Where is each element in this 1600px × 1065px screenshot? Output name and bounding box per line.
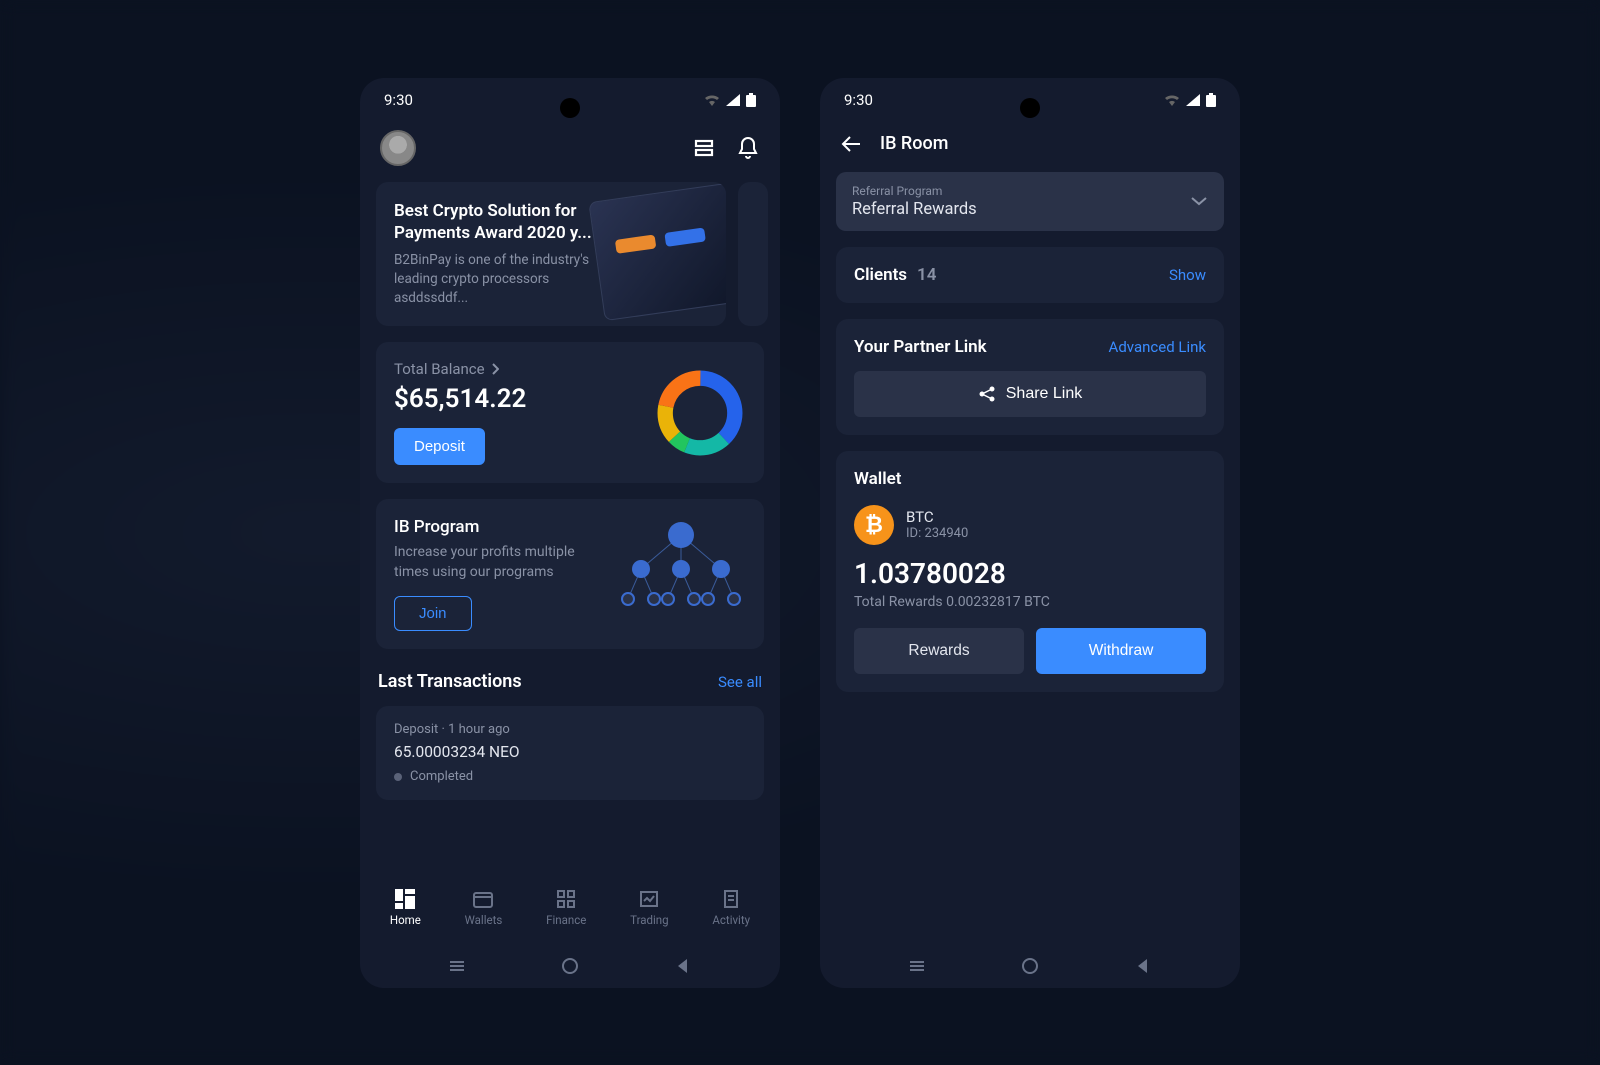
ib-title: IB Program [394,517,616,537]
balance-label-row[interactable]: Total Balance [394,360,526,378]
chart-icon [639,889,659,909]
balance-label: Total Balance [394,360,485,378]
tx-meta: Deposit · 1 hour ago [394,722,746,737]
partner-title: Your Partner Link [854,337,987,357]
chevron-right-icon [491,363,499,375]
wallet-card: Wallet ₿ BTC ID: 234940 1.03780028 Total… [836,451,1224,692]
phone-home: 9:30 Best Crypto Solution for Payments A… [360,78,780,988]
signal-icon [1186,94,1200,106]
nav-label: Finance [546,913,586,927]
dropdown-value: Referral Rewards [852,200,977,219]
clients-label: Clients [854,265,907,285]
rewards-button[interactable]: Rewards [854,628,1024,674]
share-label: Share Link [1006,385,1083,403]
battery-icon [1206,93,1216,107]
chevron-down-icon [1190,196,1208,206]
news-card[interactable]: Best Crypto Solution for Payments Award … [376,182,726,327]
referral-dropdown[interactable]: Referral Program Referral Rewards [836,172,1224,231]
wallet-icon [473,889,493,909]
nav-home[interactable]: Home [390,889,421,927]
signal-icon [726,94,740,106]
tx-status: Completed [394,769,746,784]
bell-icon[interactable] [736,136,760,160]
tx-amount: 65.00003234 NEO [394,743,746,761]
balance-donut-chart [654,367,746,459]
dropdown-label: Referral Program [852,184,977,198]
coin-id: ID: 234940 [906,526,968,541]
phone-ib-room: 9:30 IB Room Referral Program Referral R… [820,78,1240,988]
sys-home-icon[interactable] [560,956,580,976]
transactions-title: Last Transactions [378,671,522,692]
withdraw-button[interactable]: Withdraw [1036,628,1206,674]
balance-amount: $65,514.22 [394,384,526,414]
sys-back-icon[interactable] [673,956,693,976]
home-icon [395,889,415,909]
nav-activity[interactable]: Activity [712,889,750,927]
news-card-peek[interactable] [738,182,768,327]
ib-desc: Increase your profits multiple times usi… [394,543,594,582]
balance-card: Total Balance $65,514.22 Deposit [376,342,764,483]
nav-label: Activity [712,913,750,927]
nav-label: Wallets [465,913,503,927]
page-title: IB Room [880,133,948,154]
clients-count: 14 [917,265,936,285]
system-nav [820,944,1240,988]
share-icon [978,385,996,403]
deposit-button[interactable]: Deposit [394,428,485,465]
btc-icon: ₿ [854,505,894,545]
sys-recent-icon[interactable] [907,956,927,976]
transaction-item[interactable]: Deposit · 1 hour ago 65.00003234 NEO Com… [376,706,764,800]
ib-program-card: IB Program Increase your profits multipl… [376,499,764,649]
status-time: 9:30 [844,91,873,109]
ib-header: IB Room [820,122,1240,172]
sys-back-icon[interactable] [1133,956,1153,976]
avatar[interactable] [380,130,416,166]
sys-recent-icon[interactable] [447,956,467,976]
join-button[interactable]: Join [394,596,472,631]
nav-label: Home [390,913,421,927]
battery-icon [746,93,756,107]
sys-home-icon[interactable] [1020,956,1040,976]
receipt-icon [721,889,741,909]
system-nav [360,944,780,988]
wallet-balance: 1.03780028 [854,557,1206,590]
wifi-icon [1164,94,1180,106]
network-tree-icon [616,517,746,617]
home-header [360,122,780,182]
show-link[interactable]: Show [1169,266,1206,284]
wallet-title: Wallet [854,469,1206,489]
coin-name: BTC [906,508,968,526]
status-time: 9:30 [384,91,413,109]
back-arrow-icon[interactable] [840,132,864,156]
nav-label: Trading [630,913,668,927]
news-thumbnail [588,182,726,320]
camera-notch [560,98,580,118]
clients-card: Clients 14 Show [836,247,1224,303]
nav-wallets[interactable]: Wallets [465,889,503,927]
partner-link-card: Your Partner Link Advanced Link Share Li… [836,319,1224,435]
nav-trading[interactable]: Trading [630,889,668,927]
see-all-link[interactable]: See all [718,673,762,691]
news-desc: B2BinPay is one of the industry's leadin… [394,251,614,308]
nav-finance[interactable]: Finance [546,889,586,927]
wifi-icon [704,94,720,106]
bottom-nav: Home Wallets Finance Trading Activity [360,872,780,944]
news-title: Best Crypto Solution for Payments Award … [394,200,598,246]
wallet-rewards-text: Total Rewards 0.00232817 BTC [854,594,1206,610]
camera-notch [1020,98,1040,118]
share-link-button[interactable]: Share Link [854,371,1206,417]
transactions-header: Last Transactions See all [376,665,764,706]
advanced-link[interactable]: Advanced Link [1109,338,1206,356]
scan-icon[interactable] [692,136,716,160]
grid-icon [556,889,576,909]
